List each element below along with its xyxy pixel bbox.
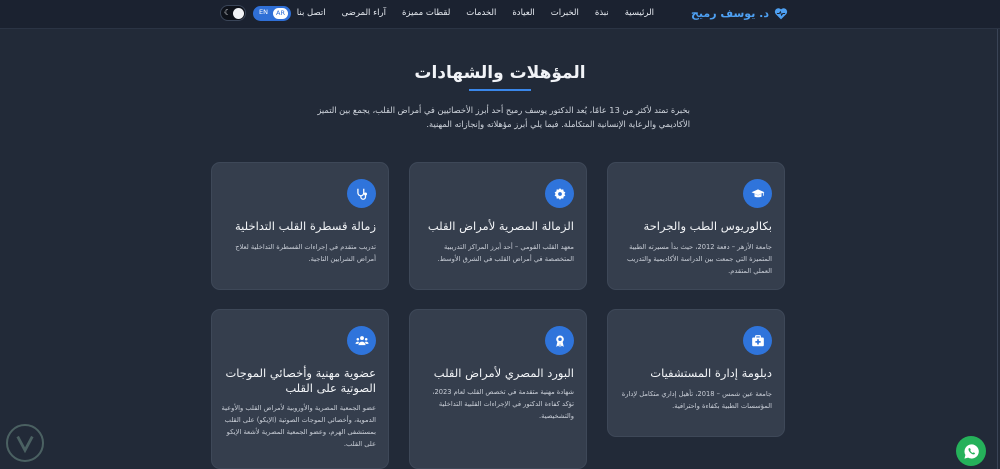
qualification-card: بكالوريوس الطب والجراحة جامعة الأزهر – د… — [607, 162, 785, 290]
v-logo-icon — [16, 435, 34, 454]
card-title: دبلومة إدارة المستشفيات — [650, 366, 772, 380]
nav-link-about[interactable]: نبذة — [595, 8, 609, 18]
medical-kit-icon — [751, 334, 764, 346]
card-title: زمالة قسطرة القلب التداخلية — [235, 219, 376, 233]
watermark-logo-icon — [6, 424, 44, 462]
card-description: تدريب متقدم في إجراءات القسطرة التداخلية… — [235, 243, 376, 263]
nav-menu: الرئيسية نبذة الخبرات العيادة الخدمات لق… — [297, 8, 654, 18]
nav-link-experience[interactable]: الخبرات — [551, 8, 579, 18]
whatsapp-icon — [963, 443, 979, 459]
badge-icon — [554, 187, 565, 200]
nav-link-contact[interactable]: اتصل بنا — [297, 8, 326, 18]
card-icon-circle — [743, 326, 772, 355]
qualification-card: عضوية مهنية وأخصائي الموجات الصوتية على … — [211, 309, 389, 469]
nav-link-home[interactable]: الرئيسية — [625, 8, 654, 18]
brand-logo[interactable]: د. يوسف رميح — [691, 7, 788, 20]
nav-link-clinic[interactable]: العيادة — [512, 8, 534, 18]
qualification-card: دبلومة إدارة المستشفيات جامعة عين شمس – … — [607, 309, 785, 437]
card-description: معهد القلب القومي – أحد أبرز المراكز الت… — [437, 243, 574, 263]
card-description: عضو الجمعية المصرية والأوروبية لأمراض ال… — [221, 404, 376, 448]
moon-icon: ☾ — [224, 8, 232, 17]
nav-link-highlights[interactable]: لقطات مميزة — [402, 8, 450, 18]
award-icon — [555, 334, 564, 347]
nav-link-services[interactable]: الخدمات — [466, 8, 496, 18]
card-icon-circle — [347, 326, 376, 355]
qualification-card: الزمالة المصرية لأمراض القلب معهد القلب … — [409, 162, 587, 290]
title-underline — [469, 89, 531, 91]
card-description: شهادة مهنية متقدمة في تخصص القلب لعام 20… — [432, 388, 574, 420]
graduation-cap-icon — [751, 188, 764, 197]
heart-pulse-icon — [774, 8, 788, 20]
qualification-card: زمالة قسطرة القلب التداخلية تدريب متقدم … — [211, 162, 389, 290]
qualification-card: البورد المصري لأمراض القلب شهادة مهنية م… — [409, 309, 587, 469]
card-description: جامعة الأزهر – دفعة 2012، حيث بدأ مسيرته… — [626, 243, 772, 275]
lang-option-ar[interactable]: AR — [273, 8, 288, 19]
card-icon-circle — [545, 179, 574, 208]
brand-name: د. يوسف رميح — [691, 7, 769, 20]
stethoscope-icon — [356, 188, 367, 200]
whatsapp-button[interactable] — [956, 436, 986, 466]
navbar: د. يوسف رميح الرئيسية نبذة الخبرات العيا… — [0, 0, 1000, 29]
section-description: بخبرة تمتد لأكثر من 13 عامًا، يُعد الدكت… — [317, 105, 690, 129]
card-title: بكالوريوس الطب والجراحة — [643, 219, 772, 233]
theme-toggle[interactable]: ☾ — [220, 5, 246, 21]
card-icon-circle — [743, 179, 772, 208]
nav-link-reviews[interactable]: آراء المرضى — [342, 8, 386, 18]
card-description: جامعة عين شمس – 2018، تأهيل إداري متكامل… — [621, 390, 772, 410]
card-title: البورد المصري لأمراض القلب — [433, 366, 574, 380]
theme-toggle-knob — [233, 8, 244, 19]
card-icon-circle — [545, 326, 574, 355]
scrollbar-track[interactable] — [997, 29, 998, 469]
lang-option-en[interactable]: EN — [259, 8, 268, 16]
users-icon — [354, 335, 369, 345]
card-icon-circle — [347, 179, 376, 208]
card-title: عضوية مهنية وأخصائي الموجات الصوتية على … — [225, 366, 376, 395]
card-title: الزمالة المصرية لأمراض القلب — [427, 219, 574, 233]
language-toggle[interactable]: EN AR — [253, 6, 291, 21]
section-title: المؤهلات والشهادات — [414, 63, 586, 83]
